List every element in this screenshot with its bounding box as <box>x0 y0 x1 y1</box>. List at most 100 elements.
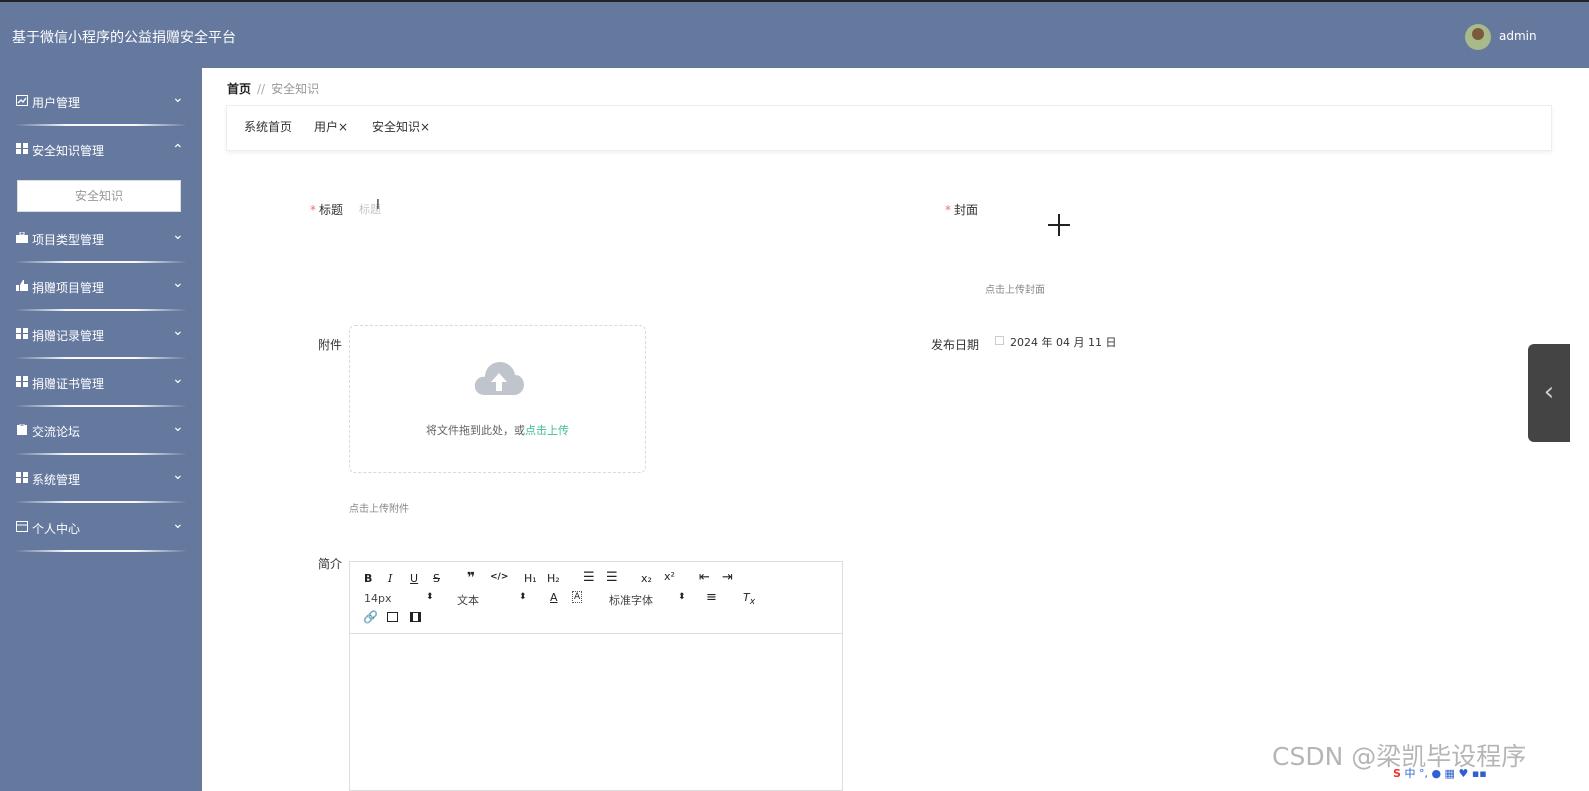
sidebar-item-forum[interactable]: 交流论坛 ⌄ <box>0 405 202 455</box>
sidebar-item-personal-center[interactable]: 个人中心 ⌄ <box>0 502 202 552</box>
tags-view: 系统首页 用户× 安全知识× <box>226 105 1552 151</box>
code-block-icon[interactable]: </> <box>490 572 508 582</box>
breadcrumb-separator: // <box>257 82 266 96</box>
image-icon[interactable] <box>387 612 398 622</box>
click-upload-link[interactable]: 点击上传 <box>525 424 569 437</box>
tag-user[interactable]: 用户× <box>314 118 348 135</box>
punctuation-icon: °, <box>1418 767 1428 780</box>
header2-icon[interactable]: H₂ <box>547 572 560 585</box>
outdent-icon[interactable]: ⇤ <box>699 570 710 585</box>
chevron-up-icon: ⌃ <box>172 142 184 158</box>
editor-content-area[interactable] <box>350 634 842 790</box>
header1-icon[interactable]: H₁ <box>524 572 537 585</box>
sidebar-item-donation-record-management[interactable]: 捐赠记录管理 ⌄ <box>0 309 202 359</box>
chevron-left-icon[interactable]: ‹ <box>1528 344 1570 442</box>
clear-format-icon[interactable]: Tx <box>743 591 755 607</box>
card-icon <box>16 521 28 532</box>
chevron-down-icon: ⌄ <box>172 419 184 435</box>
sidebar-item-system-management[interactable]: 系统管理 ⌄ <box>0 453 202 503</box>
publish-date-label: 发布日期 <box>931 338 980 352</box>
chart-icon <box>16 95 28 106</box>
sidebar-item-donation-project-management[interactable]: 捐赠项目管理 ⌄ <box>0 261 202 311</box>
video-icon[interactable] <box>410 612 421 622</box>
font-family-select[interactable]: 标准字体 <box>609 592 653 608</box>
toolbox-icon: ▪▪ <box>1471 767 1487 780</box>
bold-icon[interactable]: B <box>364 572 372 585</box>
chevron-down-icon: ⌄ <box>172 516 184 532</box>
bullet-list-icon[interactable]: ☰ <box>606 570 618 585</box>
main-content: 首页//安全知识 系统首页 用户× 安全知识× * 标题 标题 I * 封面 点击上… <box>202 68 1589 791</box>
text-color-icon[interactable]: A <box>550 591 558 604</box>
chevron-updown-icon: ⬍ <box>519 592 527 602</box>
grid-icon <box>16 328 28 339</box>
microphone-icon: ● <box>1431 767 1442 780</box>
italic-icon[interactable]: I <box>388 572 392 585</box>
grid-icon <box>16 472 28 483</box>
cover-label: * 封面 <box>945 201 978 218</box>
required-mark: * <box>945 203 951 217</box>
breadcrumb-current: 安全知识 <box>271 82 320 96</box>
chinese-mode-icon: 中 <box>1404 767 1416 780</box>
breadcrumb: 首页 // 安全知识 <box>227 80 319 97</box>
chevron-updown-icon: ⬍ <box>678 592 686 602</box>
cover-label-text: 封面 <box>954 203 979 217</box>
intro-label: 简介 <box>318 557 343 571</box>
indent-icon[interactable]: ⇥ <box>722 570 733 585</box>
sidebar-item-label: 捐赠记录管理 <box>32 329 105 343</box>
subscript-icon[interactable]: x₂ <box>641 572 652 585</box>
title-label: * 标题 <box>310 201 343 218</box>
sidebar-item-user-management[interactable]: 用户管理 ⌄ <box>0 76 202 126</box>
dropzone-text: 将文件拖到此处，或点击上传 <box>350 422 645 438</box>
font-size-select[interactable]: 14px <box>364 592 392 605</box>
username[interactable]: admin <box>1499 29 1537 43</box>
breadcrumb-home[interactable]: 首页 <box>227 82 251 96</box>
sidebar-item-label: 项目类型管理 <box>32 233 105 247</box>
title-label-text: 标题 <box>319 203 344 217</box>
strike-icon[interactable]: S <box>433 572 440 585</box>
underline-icon[interactable]: U <box>410 572 418 585</box>
sidebar-item-label: 捐赠项目管理 <box>32 281 105 295</box>
sidebar-item-label: 安全知识管理 <box>32 144 105 158</box>
app-title: 基于微信小程序的公益捐赠安全平台 <box>12 30 236 46</box>
sidebar-item-donation-certificate-management[interactable]: 捐赠证书管理 ⌄ <box>0 357 202 407</box>
grid-icon <box>16 143 28 154</box>
sidebar-item-safety-knowledge-management[interactable]: 安全知识管理 ⌃ <box>0 124 202 172</box>
sogou-icon: S <box>1393 767 1401 780</box>
clipboard-icon <box>16 423 28 435</box>
skin-icon: ♥ <box>1458 767 1469 780</box>
sidebar: 用户管理 ⌄ 安全知识管理 ⌃ 安全知识 项目类型管理 ⌄ 捐赠项目管理 ⌄ 捐… <box>0 68 202 791</box>
required-mark: * <box>310 203 316 217</box>
ordered-list-icon[interactable]: ☰ <box>583 570 595 585</box>
sidebar-item-label: 捐赠证书管理 <box>32 377 105 391</box>
blockquote-icon[interactable]: ❞ <box>467 570 475 586</box>
attachment-label: 附件 <box>318 338 343 352</box>
sidebar-item-label: 个人中心 <box>32 522 81 536</box>
tag-safety-knowledge[interactable]: 安全知识× <box>372 118 430 135</box>
link-icon[interactable]: 🔗 <box>363 610 378 624</box>
briefcase-icon <box>16 231 28 243</box>
tag-system-home[interactable]: 系统首页 <box>244 118 292 135</box>
chevron-down-icon: ⌄ <box>172 90 184 106</box>
chevron-down-icon: ⌄ <box>172 323 184 339</box>
sidebar-item-label: 系统管理 <box>32 473 81 487</box>
superscript-icon[interactable]: x² <box>664 570 675 583</box>
keyboard-icon: ▦ <box>1444 767 1455 780</box>
thumbs-up-icon <box>16 280 28 291</box>
avatar[interactable] <box>1465 24 1491 50</box>
publish-date-input[interactable]: 2024 年 04 月 11 日 <box>1010 334 1116 350</box>
chevron-down-icon: ⌄ <box>172 227 184 243</box>
editor-toolbar: B I U S ❞ </> H₁ H₂ ☰ ☰ x₂ x² ⇤ ⇥ 14px ⬍… <box>350 562 842 634</box>
chevron-updown-icon: ⬍ <box>426 592 434 602</box>
chevron-down-icon: ⌄ <box>172 467 184 483</box>
rich-text-editor: B I U S ❞ </> H₁ H₂ ☰ ☰ x₂ x² ⇤ ⇥ 14px ⬍… <box>349 561 843 791</box>
chevron-down-icon: ⌄ <box>172 371 184 387</box>
sidebar-item-project-type-management[interactable]: 项目类型管理 ⌄ <box>0 213 202 263</box>
plus-icon[interactable] <box>1048 214 1070 236</box>
sidebar-item-label: 用户管理 <box>32 96 81 110</box>
header-select[interactable]: 文本 <box>457 592 479 608</box>
background-color-icon[interactable]: A <box>572 591 583 603</box>
divider <box>15 550 187 552</box>
attachment-dropzone[interactable]: 将文件拖到此处，或点击上传 <box>349 325 646 473</box>
sidebar-subitem-safety-knowledge[interactable]: 安全知识 <box>17 180 181 212</box>
align-icon[interactable]: ≡ <box>706 590 717 605</box>
